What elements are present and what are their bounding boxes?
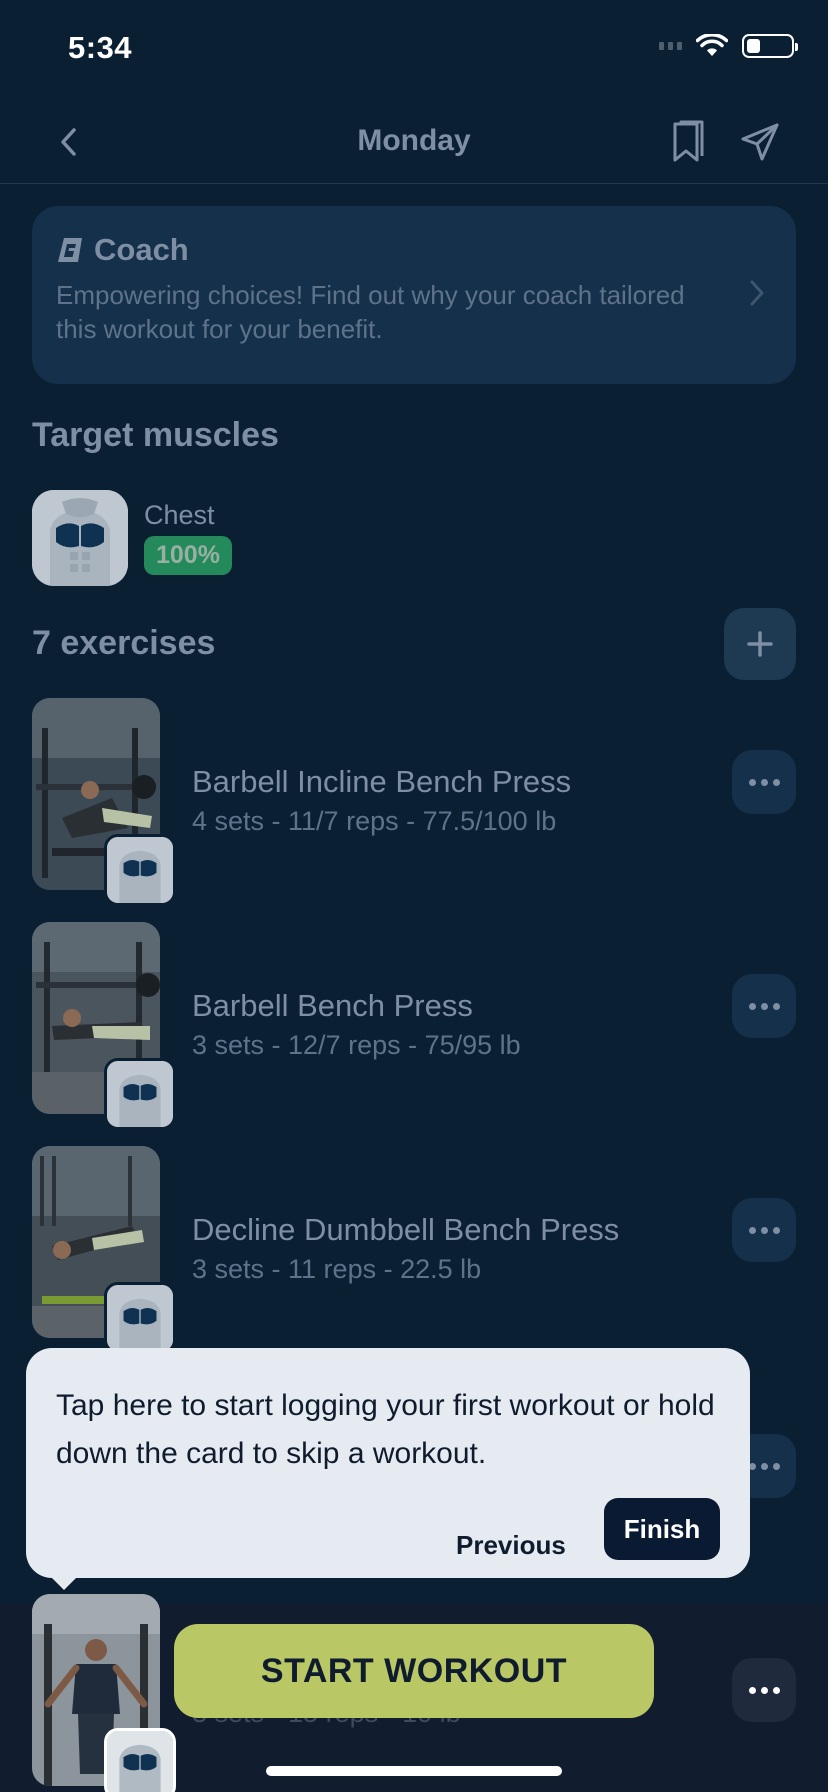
more-icon bbox=[748, 1002, 780, 1010]
coach-logo-icon bbox=[58, 238, 82, 262]
exercise-more-button[interactable] bbox=[732, 974, 796, 1038]
battery-icon bbox=[742, 34, 798, 58]
exercise-meta: 3 sets - 11 reps - 22.5 lb bbox=[192, 1254, 482, 1284]
exercise-more-button[interactable] bbox=[732, 750, 796, 814]
tooltip-previous-button[interactable]: Previous bbox=[456, 1514, 566, 1576]
exercise-muscle-thumb bbox=[104, 1728, 176, 1792]
exercise-name: Barbell Incline Bench Press bbox=[192, 764, 572, 799]
coach-title: Coach bbox=[94, 232, 189, 267]
more-icon bbox=[748, 1686, 780, 1694]
tooltip-text: Tap here to start logging your first wor… bbox=[56, 1389, 715, 1470]
exercise-row[interactable]: Barbell Incline Bench Press 4 sets - 11/… bbox=[0, 698, 828, 908]
add-exercise-button[interactable] bbox=[724, 608, 796, 680]
exercise-name: Barbell Bench Press bbox=[192, 988, 473, 1023]
status-icons bbox=[659, 34, 798, 58]
muscle-percent-badge: 100% bbox=[144, 536, 232, 575]
more-icon bbox=[748, 1462, 780, 1470]
home-indicator bbox=[266, 1766, 562, 1776]
exercise-meta: 4 sets - 11/7 reps - 77.5/100 lb bbox=[192, 806, 557, 836]
muscle-name: Chest bbox=[144, 500, 215, 530]
plus-icon bbox=[747, 631, 773, 657]
send-icon bbox=[741, 123, 779, 161]
exercise-muscle-thumb bbox=[104, 1282, 176, 1354]
chevron-right-icon bbox=[750, 280, 764, 306]
status-time: 5:34 bbox=[68, 30, 133, 65]
exercise-muscle-thumb bbox=[104, 834, 176, 906]
exercise-more-button[interactable] bbox=[732, 1658, 796, 1722]
muscle-chest-image bbox=[32, 490, 128, 586]
onboarding-tooltip: Tap here to start logging your first wor… bbox=[26, 1348, 750, 1578]
bookmark-icon bbox=[673, 120, 704, 162]
exercise-row[interactable]: Decline Dumbbell Bench Press 3 sets - 11… bbox=[0, 1146, 828, 1356]
signal-icon bbox=[659, 42, 682, 50]
target-muscles-title: Target muscles bbox=[32, 416, 279, 454]
exercises-count-title: 7 exercises bbox=[32, 624, 216, 662]
start-workout-button[interactable]: START WORKOUT bbox=[174, 1624, 654, 1718]
nav-header: Monday bbox=[0, 100, 828, 184]
share-button[interactable] bbox=[734, 116, 786, 168]
coach-header: Coach bbox=[56, 232, 772, 268]
tooltip-finish-button[interactable]: Finish bbox=[604, 1498, 720, 1560]
tooltip-pointer bbox=[50, 1576, 78, 1590]
more-icon bbox=[748, 778, 780, 786]
exercise-meta: 3 sets - 12/7 reps - 75/95 lb bbox=[192, 1030, 521, 1060]
exercise-more-button[interactable] bbox=[732, 1198, 796, 1262]
exercise-name: Decline Dumbbell Bench Press bbox=[192, 1212, 620, 1247]
more-icon bbox=[748, 1226, 780, 1234]
exercise-row[interactable]: Barbell Bench Press 3 sets - 12/7 reps -… bbox=[0, 922, 828, 1132]
coach-card[interactable]: Coach Empowering choices! Find out why y… bbox=[32, 206, 796, 384]
bookmark-button[interactable] bbox=[662, 116, 714, 168]
wifi-icon bbox=[696, 34, 728, 56]
exercise-muscle-thumb bbox=[104, 1058, 176, 1130]
coach-message: Empowering choices! Find out why your co… bbox=[56, 280, 685, 344]
